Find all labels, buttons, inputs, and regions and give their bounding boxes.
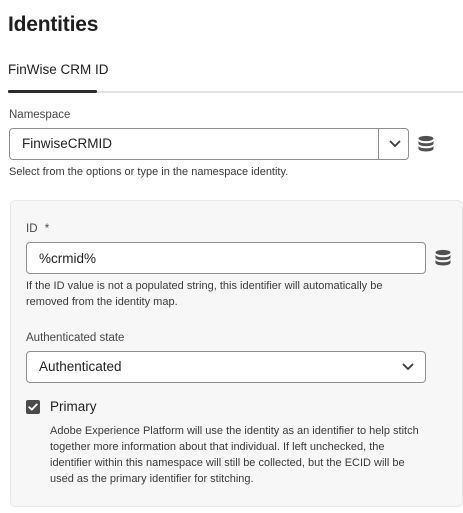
identity-tabs: FinWise CRM ID [0,52,463,94]
primary-label[interactable]: Primary [50,399,97,414]
chevron-down-icon [389,140,400,147]
namespace-dropdown-button[interactable] [379,129,410,159]
id-label: ID * [26,223,49,235]
primary-checkbox[interactable] [26,400,40,414]
required-marker: * [44,223,50,235]
namespace-value[interactable]: FinwiseCRMID [22,136,112,151]
namespace-combobox[interactable]: FinwiseCRMID [9,128,409,160]
namespace-help-text: Select from the options or type in the n… [9,166,289,178]
id-input-field[interactable] [26,242,426,274]
id-help-line: removed from the identity map. [26,296,178,308]
primary-description-line: identifier within this namespace will st… [50,457,405,469]
primary-description-line: used as the primary identifier for stitc… [50,473,254,485]
id-help-line: If the ID value is not a populated strin… [26,280,383,292]
tab-divider [97,91,463,93]
primary-description-line: together more information about that ind… [50,441,385,453]
id-input[interactable] [27,243,425,273]
id-help-text: If the ID value is not a populated strin… [26,278,382,310]
authenticated-state-picker[interactable]: Authenticated [26,351,426,383]
id-label-text: ID [26,223,38,235]
checkmark-icon [28,403,38,411]
namespace-label: Namespace [9,109,71,121]
primary-description: Adobe Experience Platform will use the i… [50,423,419,487]
primary-description-line: Adobe Experience Platform will use the i… [50,425,419,437]
selected-tab-indicator [8,90,97,93]
chevron-down-icon[interactable] [402,363,414,371]
authenticated-state-value[interactable]: Authenticated [39,359,122,374]
tab-finwise-crm-id[interactable]: FinWise CRM ID [8,62,109,77]
page-title: Identities [8,13,99,36]
database-icon[interactable] [434,249,452,267]
database-icon[interactable] [417,135,435,153]
authenticated-state-label: Authenticated state [26,332,125,344]
